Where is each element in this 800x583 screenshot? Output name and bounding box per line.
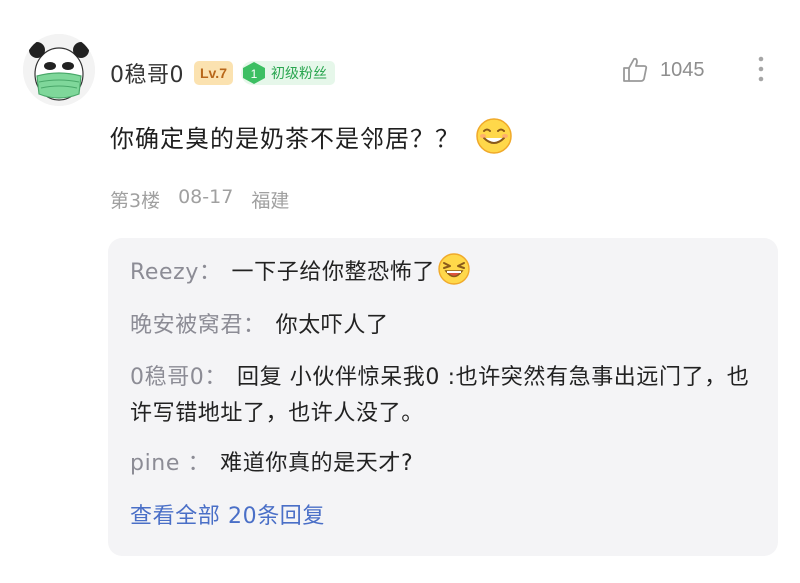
laughing-emoji-icon <box>438 253 470 285</box>
reply-separator: ： <box>204 365 228 390</box>
reply-text: 一下子给你整恐怖了 <box>231 260 435 285</box>
level-badge: Lv.7 <box>194 61 233 85</box>
smiling-emoji-icon <box>476 118 512 154</box>
comment-content: 你确定臭的是奶茶不是邻居？？ <box>110 116 514 156</box>
user-avatar[interactable] <box>23 34 95 106</box>
floor-number: 第3楼 <box>110 190 161 212</box>
comment-header: 0稳哥0 Lv.7 1 初级粉丝 <box>110 55 335 91</box>
comment-card: 0稳哥0 Lv.7 1 初级粉丝 1045 你确定臭的是奶茶不是邻居？？ 第3楼… <box>0 0 800 583</box>
reply-item[interactable]: pine ： 难道你真的是天才? <box>130 445 756 483</box>
reply-separator: ： <box>198 260 222 285</box>
thumbs-up-icon <box>623 57 648 82</box>
reply-author[interactable]: Reezy <box>130 260 199 285</box>
reply-item[interactable]: Reezy： 一下子给你整恐怖了 <box>130 252 756 292</box>
comment-meta: 第3楼 08-17 福建 <box>110 186 307 213</box>
reply-text: 难道你真的是天才? <box>220 451 414 476</box>
comment-date: 08-17 <box>178 186 234 208</box>
more-vertical-icon <box>758 56 764 82</box>
comment-text: 你确定臭的是奶茶不是邻居？？ <box>110 124 460 153</box>
comment-location: 福建 <box>251 190 290 212</box>
reply-separator: ： <box>243 313 266 338</box>
view-all-replies-link[interactable]: 查看全部 20条回复 <box>130 498 756 536</box>
replies-box: Reezy： 一下子给你整恐怖了 晚安被窝君： 你太吓人了 0稳哥0： 回复 小伙伴惊… <box>108 238 778 556</box>
reply-author[interactable]: 晚安被窝君 <box>130 313 243 338</box>
fan-level-number: 1 <box>251 67 258 81</box>
reply-item[interactable]: 晚安被窝君： 你太吓人了 <box>130 307 756 345</box>
reply-item[interactable]: 0稳哥0： 回复 小伙伴惊呆我0 :也许突然有急事出远门了，也许写错地址了，也许人… <box>130 360 756 432</box>
panda-mask-avatar-icon <box>23 34 95 106</box>
username[interactable]: 0稳哥0 <box>110 57 184 89</box>
more-options-button[interactable] <box>748 52 774 86</box>
reply-author[interactable]: 0稳哥0 <box>130 365 204 390</box>
fan-badge[interactable]: 1 初级粉丝 <box>240 61 335 85</box>
reply-separator: ： <box>187 451 211 476</box>
reply-text: 你太吓人了 <box>275 313 389 338</box>
fan-badge-label: 初级粉丝 <box>270 66 327 82</box>
fan-level-icon: 1 <box>242 62 265 84</box>
like-button[interactable]: 1045 <box>620 52 705 88</box>
reply-author[interactable]: pine <box>130 451 188 476</box>
like-count: 1045 <box>660 58 705 81</box>
